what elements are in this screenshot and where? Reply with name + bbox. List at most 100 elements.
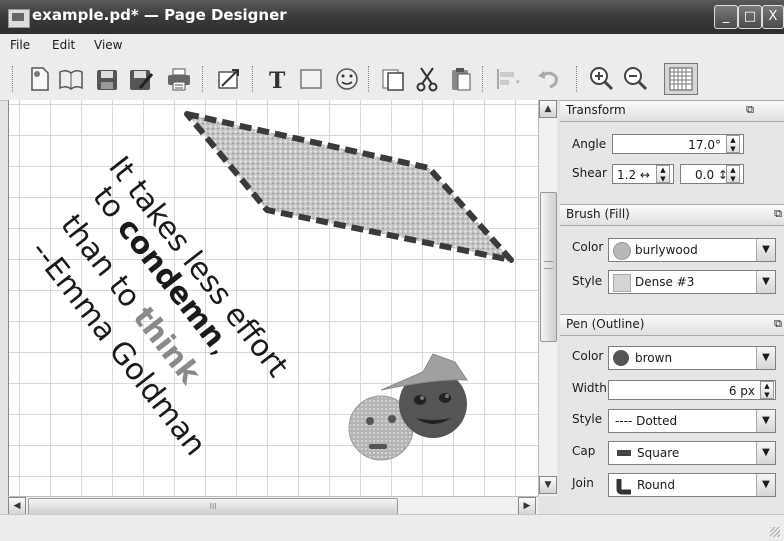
menu-bar: File Edit View [0,34,784,59]
pen-width-spinner[interactable]: ▲ ▼ [760,381,774,399]
toolbar-separator [252,66,254,92]
menu-file[interactable]: File [10,38,30,52]
pen-style-label: Style [572,412,603,426]
float-panel-icon[interactable]: ⧉ [746,103,754,117]
smiley-tool-button[interactable] [332,64,362,94]
pen-width-input[interactable]: 6 px [608,380,776,400]
chevron-down-icon: ▼ [756,271,775,293]
scroll-left-button[interactable]: ◀ [8,497,26,515]
chevron-down-icon: ▼ [756,442,775,464]
save-as-button[interactable] [126,64,156,94]
scroll-grip [544,261,553,269]
save-icon [97,70,117,90]
title-bar: example.pd* — Page Designer _ □ X [0,0,784,34]
angle-input[interactable]: 17.0° [612,134,744,154]
pen-join-label: Join [572,476,594,490]
minimize-button[interactable]: _ [714,5,738,29]
text-tool-button[interactable]: T [262,64,292,94]
app-icon [8,9,30,28]
print-button[interactable] [164,64,194,94]
brush-panel-header[interactable]: Brush (Fill) ⧉ [560,204,784,226]
save-button[interactable] [92,64,122,94]
brush-style-select[interactable]: Dense #3 ▼ [608,270,776,294]
pen-color-label: Color [572,349,604,363]
resize-button[interactable] [214,64,244,94]
parallelogram-shape[interactable] [184,111,514,263]
resize-grip-icon[interactable] [770,527,780,537]
open-button[interactable] [56,64,86,94]
paste-button[interactable] [446,64,476,94]
shear-x-spinner[interactable]: ▲ ▼ [656,165,670,183]
align-button[interactable]: ▾ [492,64,522,94]
brush-style-value: Dense #3 [635,275,695,289]
toolbar-separator [576,66,578,92]
text-icon: T [269,68,286,94]
pen-cap-select[interactable]: Square ▼ [608,441,776,465]
pen-color-select[interactable]: brown ▼ [608,346,776,370]
properties-sidebar: Transform ⧉ Angle 17.0° ▲ ▼ Shear 1.2 ↔ ▲… [560,100,784,520]
color-swatch-icon [613,350,629,366]
chevron-down-icon: ▼ [756,410,775,432]
pen-style-value: ---- Dotted [615,414,678,428]
chevron-down-icon: ▼ [756,347,775,369]
rectangle-tool-button[interactable] [296,64,326,94]
toolbar-separator [202,66,204,92]
transform-panel-title: Transform [566,103,626,117]
resize-icon [218,69,239,89]
horizontal-scrollbar[interactable]: ◀ III ▶ [8,496,538,515]
vertical-scroll-thumb[interactable] [540,192,557,342]
open-book-icon [59,69,83,90]
angle-spinner[interactable]: ▲ ▼ [726,135,740,153]
close-button[interactable]: X [762,5,784,29]
brush-color-value: burlywood [635,243,698,257]
pen-panel-header[interactable]: Pen (Outline) ⧉ [560,314,784,336]
design-canvas[interactable]: It takes less effort to condemn, than to… [8,100,539,496]
pen-style-select[interactable]: ---- Dotted ▼ [608,409,776,433]
scroll-up-button[interactable]: ▲ [539,100,557,118]
float-panel-icon[interactable]: ⧉ [774,317,782,331]
toolbar-separator [368,66,370,92]
new-page-icon [31,67,49,91]
color-swatch-icon [613,242,631,260]
pen-join-value: Round [637,478,675,492]
scroll-right-button[interactable]: ▶ [518,497,536,515]
paste-icon [452,68,471,91]
pen-cap-label: Cap [572,444,596,458]
save-as-icon [130,70,154,90]
svg-text:T: T [269,68,286,94]
grid-toggle-button[interactable] [664,63,698,95]
undo-icon [538,71,558,89]
brush-panel-title: Brush (Fill) [566,207,630,221]
smiley-icon [336,68,358,90]
float-panel-icon[interactable]: ⧉ [774,207,782,221]
copy-button[interactable] [378,64,408,94]
zoom-in-icon [590,67,614,91]
transform-panel-header[interactable]: Transform ⧉ [560,100,784,122]
toolbar-grip [12,66,14,92]
maximize-button[interactable]: □ [738,5,762,29]
menu-view[interactable]: View [94,38,122,52]
toolbar: T ▾ [0,58,784,101]
horizontal-scroll-thumb[interactable]: III [28,498,398,515]
menu-edit[interactable]: Edit [52,38,75,52]
print-icon [168,68,190,91]
shear-y-spinner[interactable]: ▲ ▼ [726,165,740,183]
vertical-scrollbar[interactable]: ▲ ▼ [538,100,557,496]
brush-color-select[interactable]: burlywood ▼ [608,238,776,262]
angle-label: Angle [572,137,607,151]
align-icon: ▾ [497,69,520,89]
scroll-corner [538,496,557,514]
pen-width-label: Width [572,381,607,395]
cut-button[interactable] [412,64,442,94]
pen-join-select[interactable]: Round ▼ [608,473,776,497]
copy-icon [382,69,404,91]
window-title: example.pd* — Page Designer [32,6,287,24]
zoom-out-button[interactable] [620,64,650,94]
brush-color-label: Color [572,240,604,254]
pattern-swatch-icon [613,274,631,292]
undo-button[interactable] [534,64,564,94]
round-join-icon [616,479,631,495]
new-page-button[interactable] [24,64,54,94]
scroll-down-button[interactable]: ▼ [539,476,557,494]
zoom-in-button[interactable] [586,64,616,94]
